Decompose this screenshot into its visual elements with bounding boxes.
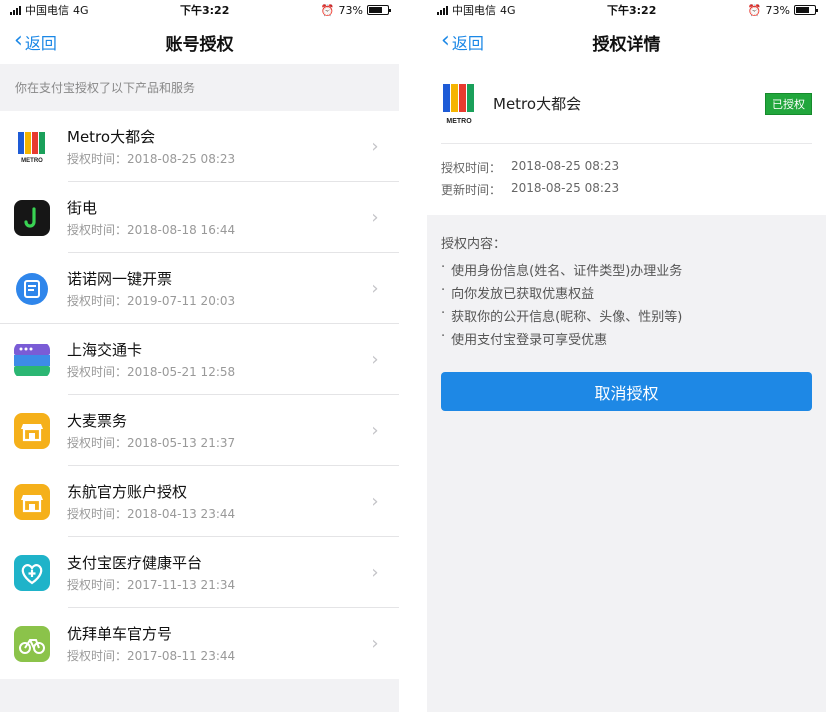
update-time-value: 2018-08-25 08:23 xyxy=(511,181,620,195)
app-name: 诺诺网一键开票 xyxy=(67,269,173,288)
clock: 下午3:22 xyxy=(607,4,657,17)
chevron-right-icon: › xyxy=(371,349,379,370)
update-time-label: 更新时间： xyxy=(441,183,502,197)
app-name: 东航官方账户授权 xyxy=(67,482,188,501)
list-item[interactable]: 上海交通卡授权时间：2018-05-21 12:58 › xyxy=(0,324,399,395)
permission-item: · 使用支付宝登录可享受优惠 xyxy=(441,329,812,352)
signal-icon xyxy=(437,5,448,15)
carrier-label: 中国电信 xyxy=(452,4,496,17)
app-name: 支付宝医疗健康平台 xyxy=(67,553,203,572)
store-icon xyxy=(14,483,50,520)
list-item[interactable]: 东航官方账户授权授权时间：2018-04-13 23:44 › xyxy=(0,466,399,537)
network-type: 4G xyxy=(500,3,516,17)
nav-bar: ‹ 返回 账号授权 xyxy=(0,20,399,64)
list-item[interactable]: 大麦票务授权时间：2018-05-13 21:37 › xyxy=(0,395,399,466)
section-hint: 你在支付宝授权了以下产品和服务 xyxy=(15,81,196,95)
permission-item: · 获取你的公开信息(昵称、头像、性别等) xyxy=(441,306,812,329)
app-name: 优拜单车官方号 xyxy=(67,624,173,643)
revoke-auth-button[interactable]: 取消授权 xyxy=(441,372,812,411)
auth-time: 授权时间：2018-05-21 12:58 xyxy=(67,364,236,379)
chevron-right-icon: › xyxy=(371,491,379,512)
app-name: 上海交通卡 xyxy=(67,340,143,359)
chevron-left-icon: ‹ xyxy=(14,28,23,53)
metro-logo-icon: METRO xyxy=(14,128,50,165)
authorized-app-list: METRO Metro大都会授权时间：2018-08-25 08:23 › 街电… xyxy=(0,111,399,679)
battery-icon xyxy=(794,5,818,15)
right-screen: 中国电信 4G 下午3:22 ⏰ 73% ‹ 返回 授权详情 METRO Met… xyxy=(427,0,826,712)
auth-meta: 授权时间： 2018-08-25 08:23 更新时间： 2018-08-25 08… xyxy=(441,144,812,215)
battery-percent: 73% xyxy=(765,3,790,17)
auth-time: 授权时间：2018-05-13 21:37 xyxy=(67,435,236,450)
permission-item: · 使用身份信息(姓名、证件类型)办理业务 xyxy=(441,260,812,283)
status-badge: 已授权 xyxy=(765,92,812,115)
list-item[interactable]: METRO Metro大都会授权时间：2018-08-25 08:23 › xyxy=(0,111,399,182)
chevron-right-icon: › xyxy=(371,136,379,157)
alarm-icon: ⏰ xyxy=(747,3,762,17)
chevron-right-icon: › xyxy=(371,420,379,441)
chevron-right-icon: › xyxy=(371,633,379,654)
permission-section: 授权内容： · 使用身份信息(姓名、证件类型)办理业务 · 向你发放已获取优惠权益 … xyxy=(427,215,826,352)
chevron-left-icon: ‹ xyxy=(441,28,450,53)
signal-icon xyxy=(10,5,21,15)
auth-time: 授权时间：2017-08-11 23:44 xyxy=(67,648,236,663)
alarm-icon: ⏰ xyxy=(320,3,335,17)
page-title: 授权详情 xyxy=(592,34,661,55)
list-item[interactable]: 街电授权时间：2018-08-18 16:44 › xyxy=(0,182,399,253)
chevron-right-icon: › xyxy=(371,207,379,228)
app-name: 大麦票务 xyxy=(67,411,128,430)
app-name: 街电 xyxy=(67,198,98,217)
permission-item: · 向你发放已获取优惠权益 xyxy=(441,283,812,306)
chevron-right-icon: › xyxy=(371,278,379,299)
permission-text: 向你发放已获取优惠权益 xyxy=(451,287,595,302)
list-item[interactable]: 优拜单车官方号授权时间：2017-08-11 23:44 › xyxy=(0,608,399,679)
left-screen: 中国电信 4G 下午3:22 ⏰ 73% ‹ 返回 账号授权 你在支付宝授权了以… xyxy=(0,0,399,712)
auth-time: 授权时间：2018-08-25 08:23 xyxy=(67,151,236,166)
carrier-label: 中国电信 xyxy=(25,4,69,17)
network-type: 4G xyxy=(73,3,89,17)
app-name: Metro大都会 xyxy=(493,95,582,113)
svg-text:METRO: METRO xyxy=(21,158,43,164)
app-name: Metro大都会 xyxy=(67,127,156,146)
back-button[interactable]: ‹ 返回 xyxy=(441,20,484,64)
app-detail-card: METRO Metro大都会 已授权 授权时间： 2018-08-25 08:23… xyxy=(427,64,826,215)
jiedian-icon xyxy=(14,199,50,236)
transit-card-icon xyxy=(14,341,50,378)
health-icon xyxy=(14,554,50,591)
store-icon xyxy=(14,412,50,449)
permission-text: 使用身份信息(姓名、证件类型)办理业务 xyxy=(451,264,683,279)
permission-title: 授权内容： xyxy=(441,237,507,252)
clock: 下午3:22 xyxy=(180,4,230,17)
metro-logo-icon: METRO xyxy=(441,82,477,126)
auth-time: 授权时间：2018-08-18 16:44 xyxy=(67,222,236,237)
status-bar: 中国电信 4G 下午3:22 ⏰ 73% xyxy=(427,0,826,20)
permission-text: 使用支付宝登录可享受优惠 xyxy=(451,333,608,348)
back-button[interactable]: ‹ 返回 xyxy=(14,20,57,64)
battery-percent: 73% xyxy=(338,3,363,17)
auth-time: 授权时间：2019-07-11 20:03 xyxy=(67,293,236,308)
chevron-right-icon: › xyxy=(371,562,379,583)
auth-time-value: 2018-08-25 08:23 xyxy=(511,159,620,173)
list-item[interactable]: 诺诺网一键开票授权时间：2019-07-11 20:03 › xyxy=(0,253,399,324)
auth-time-label: 授权时间： xyxy=(441,161,502,175)
auth-time: 授权时间：2018-04-13 23:44 xyxy=(67,506,236,521)
invoice-icon xyxy=(14,270,50,307)
permission-text: 获取你的公开信息(昵称、头像、性别等) xyxy=(451,310,683,325)
back-label: 返回 xyxy=(451,34,484,53)
auth-time: 授权时间：2017-11-13 21:34 xyxy=(67,577,236,592)
list-item[interactable]: 支付宝医疗健康平台授权时间：2017-11-13 21:34 › xyxy=(0,537,399,608)
back-label: 返回 xyxy=(24,34,57,53)
bike-icon xyxy=(14,625,50,662)
page-title: 账号授权 xyxy=(165,34,234,55)
status-bar: 中国电信 4G 下午3:22 ⏰ 73% xyxy=(0,0,399,20)
svg-text:METRO: METRO xyxy=(446,118,472,125)
nav-bar: ‹ 返回 授权详情 xyxy=(427,20,826,64)
battery-icon xyxy=(367,5,391,15)
